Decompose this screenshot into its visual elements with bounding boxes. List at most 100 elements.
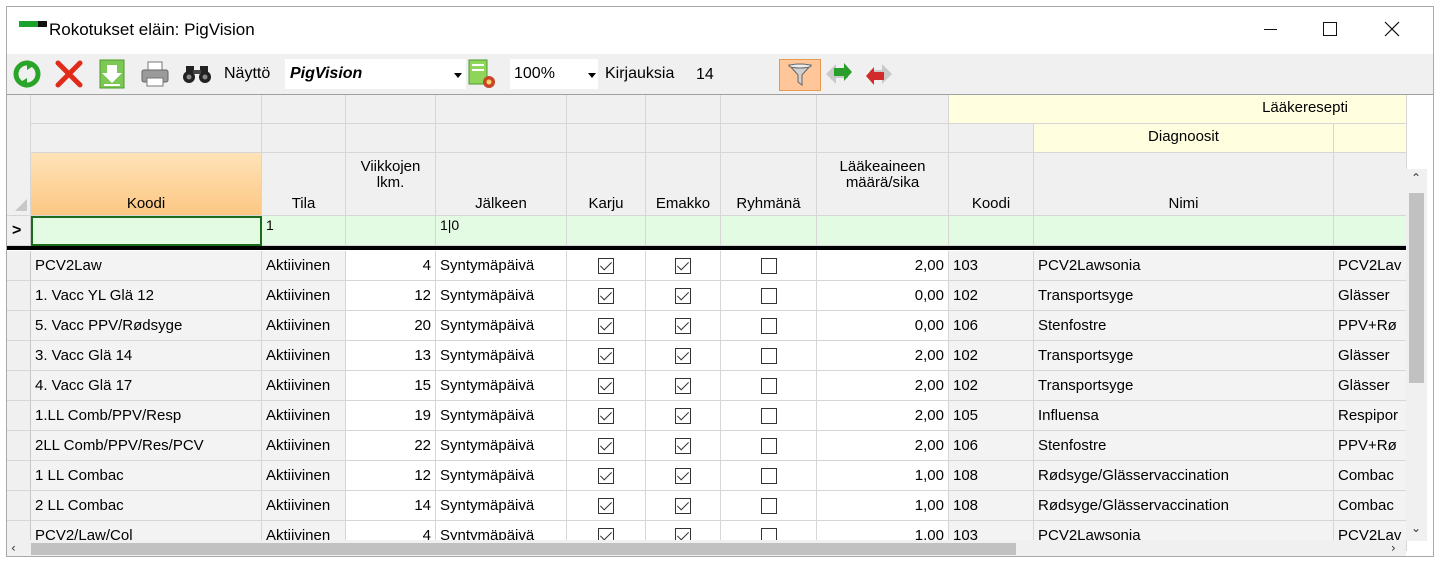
cell-koodi[interactable]: 1.LL Comb/PPV/Resp [31, 401, 262, 431]
cell-diag-koodi[interactable]: 106 [949, 431, 1034, 461]
cell-koodi[interactable]: 1. Vacc YL Glä 12 [31, 281, 262, 311]
cell-extra[interactable]: Glässer [1334, 341, 1407, 371]
cell-tila[interactable]: Aktiivinen [262, 311, 346, 341]
cell-diag-koodi[interactable]: 102 [949, 281, 1034, 311]
ryhmana-checkbox[interactable] [760, 287, 777, 304]
ryhmana-checkbox[interactable] [760, 437, 777, 454]
emakko-checkbox[interactable] [675, 437, 691, 454]
row-header[interactable] [7, 431, 31, 461]
cell-extra[interactable]: PPV+Rø [1334, 431, 1407, 461]
cell-diag-koodi[interactable]: 108 [949, 461, 1034, 491]
cell-tila[interactable]: Aktiivinen [262, 461, 346, 491]
filter-jalkeen-input[interactable]: 1|0 [436, 216, 567, 246]
row-header[interactable] [7, 461, 31, 491]
cell-nimi[interactable]: Rødsyge/Glässervaccination [1034, 491, 1334, 521]
cell-viikot[interactable]: 12 [346, 461, 436, 491]
vertical-scrollbar[interactable]: ⌃ ⌄ [1406, 169, 1427, 541]
cell-tila[interactable]: Aktiivinen [262, 401, 346, 431]
cell-tila[interactable]: Aktiivinen [262, 431, 346, 461]
karju-checkbox[interactable] [598, 317, 614, 334]
filter-karju-input[interactable] [567, 216, 646, 246]
cell-jalkeen[interactable]: Syntymäpäivä [436, 491, 567, 521]
cell-nimi[interactable]: Transportsyge [1034, 371, 1334, 401]
filter-diag-koodi-input[interactable] [949, 216, 1034, 246]
col-karju-header[interactable]: Karju [567, 153, 646, 216]
download-button[interactable] [96, 58, 128, 90]
cell-nimi[interactable]: Influensa [1034, 401, 1334, 431]
cell-nimi[interactable]: PCV2Lawsonia [1034, 251, 1334, 281]
karju-checkbox[interactable] [598, 257, 614, 274]
karju-checkbox[interactable] [598, 377, 614, 394]
cell-diag-koodi[interactable]: 102 [949, 341, 1034, 371]
minimize-button[interactable] [1240, 7, 1300, 51]
karju-checkbox[interactable] [598, 407, 614, 424]
karju-checkbox[interactable] [598, 437, 614, 454]
filter-extra-input[interactable] [1334, 216, 1407, 246]
col-extra-header[interactable] [1334, 153, 1407, 216]
ryhmana-checkbox[interactable] [760, 347, 777, 364]
karju-checkbox[interactable] [598, 497, 614, 514]
horizontal-scrollbar[interactable]: ‹ › [7, 540, 1406, 556]
cell-maara[interactable]: 0,00 [817, 311, 949, 341]
row-header[interactable] [7, 251, 31, 281]
cell-koodi[interactable]: 1 LL Combac [31, 461, 262, 491]
cell-jalkeen[interactable]: Syntymäpäivä [436, 251, 567, 281]
cell-nimi[interactable]: Transportsyge [1034, 341, 1334, 371]
cell-viikot[interactable]: 12 [346, 281, 436, 311]
cell-jalkeen[interactable]: Syntymäpäivä [436, 311, 567, 341]
cell-maara[interactable]: 0,00 [817, 281, 949, 311]
filter-tila-input[interactable]: 1 [262, 216, 346, 246]
karju-checkbox[interactable] [598, 347, 614, 364]
col-laakeaineen-maara-header[interactable]: Lääkeaineen määrä/sika [817, 153, 949, 216]
cell-viikot[interactable]: 20 [346, 311, 436, 341]
emakko-checkbox[interactable] [675, 467, 691, 484]
emakko-checkbox[interactable] [675, 377, 691, 394]
scroll-down-icon[interactable]: ⌄ [1411, 521, 1421, 535]
cell-extra[interactable]: Combac [1334, 491, 1407, 521]
select-all-icon[interactable] [15, 199, 27, 211]
cell-maara[interactable]: 1,00 [817, 461, 949, 491]
ryhmana-checkbox[interactable] [760, 377, 777, 394]
col-emakko-header[interactable]: Emakko [646, 153, 721, 216]
col-jalkeen-header[interactable]: Jälkeen [436, 153, 567, 216]
scroll-right-icon[interactable]: › [1391, 541, 1396, 555]
karju-checkbox[interactable] [598, 287, 614, 304]
cell-extra[interactable]: PCV2Lav [1334, 251, 1407, 281]
cell-jalkeen[interactable]: Syntymäpäivä [436, 431, 567, 461]
col-nimi-header[interactable]: Nimi [1034, 153, 1334, 216]
cell-viikot[interactable]: 19 [346, 401, 436, 431]
emakko-checkbox[interactable] [675, 287, 691, 304]
cell-nimi[interactable]: Stenfostre [1034, 431, 1334, 461]
emakko-checkbox[interactable] [675, 347, 691, 364]
emakko-checkbox[interactable] [675, 257, 691, 274]
cell-tila[interactable]: Aktiivinen [262, 281, 346, 311]
close-button[interactable] [1362, 7, 1422, 51]
previous-button[interactable] [864, 58, 896, 90]
cell-diag-koodi[interactable]: 108 [949, 491, 1034, 521]
ryhmana-checkbox[interactable] [760, 317, 777, 334]
vertical-scroll-thumb[interactable] [1409, 193, 1424, 383]
cell-koodi[interactable]: 5. Vacc PPV/Rødsyge [31, 311, 262, 341]
cell-tila[interactable]: Aktiivinen [262, 251, 346, 281]
cell-jalkeen[interactable]: Syntymäpäivä [436, 461, 567, 491]
next-button[interactable] [822, 58, 854, 90]
cell-diag-koodi[interactable]: 102 [949, 371, 1034, 401]
filter-ryhmana-input[interactable] [721, 216, 817, 246]
refresh-button[interactable] [11, 58, 43, 90]
col-koodi-header[interactable]: Koodi [31, 153, 262, 216]
cell-extra[interactable]: Combac [1334, 461, 1407, 491]
scroll-up-icon[interactable]: ⌃ [1411, 171, 1421, 185]
filter-emakko-input[interactable] [646, 216, 721, 246]
ryhmana-checkbox[interactable] [760, 257, 777, 274]
ryhmana-checkbox[interactable] [760, 407, 777, 424]
cell-extra[interactable]: Glässer [1334, 281, 1407, 311]
cell-viikot[interactable]: 22 [346, 431, 436, 461]
maximize-button[interactable] [1300, 7, 1360, 51]
emakko-checkbox[interactable] [675, 407, 691, 424]
ryhmana-checkbox[interactable] [760, 467, 777, 484]
cell-viikot[interactable]: 4 [346, 251, 436, 281]
cell-koodi[interactable]: 3. Vacc Glä 14 [31, 341, 262, 371]
filter-viikot-input[interactable] [346, 216, 436, 246]
row-header[interactable] [7, 281, 31, 311]
col-viikkojen-lkm-header[interactable]: Viikkojen lkm. [346, 153, 436, 216]
